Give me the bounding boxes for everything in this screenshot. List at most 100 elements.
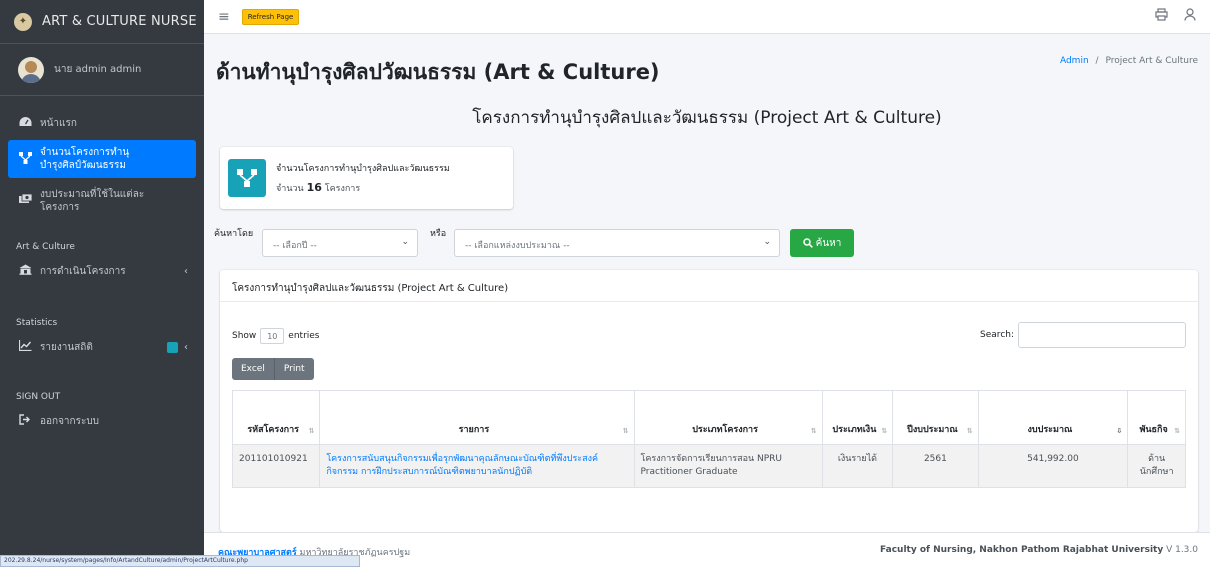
cell-money-type: เงินรายได้ (821, 444, 894, 488)
chevron-down-icon: ⌄ (763, 237, 771, 247)
chevron-left-icon: ‹ (184, 341, 188, 353)
sort-icon: ⇅ (881, 427, 888, 435)
search-input[interactable] (1018, 322, 1186, 348)
brand-title: ART & CULTURE NURSE (42, 14, 197, 29)
export-buttons: Excel Print (232, 358, 314, 380)
sidebar-item-label: จำนวนโครงการทำนุบำรุงศิลป์วัฒนธรรม (40, 147, 130, 171)
info-box-text: จำนวนโครงการทำนุบำรุงศิลปและวัฒนธรรม จำน… (276, 161, 450, 195)
project-count-info-box: จำนวนโครงการทำนุบำรุงศิลปและวัฒนธรรม จำน… (220, 147, 513, 209)
cell-budget: 541,992.00 (977, 444, 1129, 488)
search-label: Search: (980, 330, 1014, 340)
year-select-value: -- เลือกปี -- (273, 241, 317, 251)
card-header: โครงการทำนุบำรุงศิลปและวัฒนธรรม (Project… (220, 270, 1198, 302)
sidebar-item-home[interactable]: หน้าแรก (8, 110, 196, 136)
sidebar-item-label: ออกจากระบบ (40, 415, 100, 427)
sidebar-item-label: การดำเนินโครงการ (40, 265, 126, 277)
or-label: หรือ (430, 229, 447, 239)
sidebar-section-signout: SIGN OUT (16, 392, 61, 402)
dashboard-icon (16, 116, 34, 130)
budget-source-select[interactable]: -- เลือกแหล่งงบประมาณ -- ⌄ (454, 229, 780, 257)
table-header-row: รหัสโครงการ ⇅ รายการ ⇅ ประเภทโครงการ ⇅ ประเ… (231, 390, 1186, 445)
sidebar-item-projects[interactable]: จำนวนโครงการทำนุบำรุงศิลป์วัฒนธรรม (8, 140, 196, 178)
entries-per-page-select[interactable]: 10 (260, 328, 285, 344)
info-box-count-line: จำนวน 16 โครงการ (276, 181, 450, 195)
cell-year: 2561 (892, 444, 979, 488)
brand-logo-icon: ✦ (14, 12, 32, 31)
user-panel[interactable]: นาย admin admin (0, 44, 204, 96)
building-icon (16, 264, 34, 278)
sidebar-item-stats[interactable]: รายงานสถิติ ‹ (8, 334, 196, 360)
year-select[interactable]: -- เลือกปี -- ⌄ (262, 229, 418, 257)
projects-table: รหัสโครงการ ⇅ รายการ ⇅ ประเภทโครงการ ⇅ ประเ… (231, 390, 1186, 488)
show-label: Show (232, 331, 257, 341)
top-right-icons (1155, 8, 1196, 25)
projects-card: โครงการทำนุบำรุงศิลปและวัฒนธรรม (Project… (220, 270, 1198, 532)
breadcrumb-home-link[interactable]: Admin (1060, 56, 1089, 66)
project-link[interactable]: โครงการสนับสนุนกิจกรรมเพื่อรุกพัฒนาคุณลั… (326, 454, 598, 477)
print-icon[interactable] (1155, 8, 1168, 25)
column-header-name[interactable]: รายการ ⇅ (319, 390, 635, 445)
sort-icon: ⇅ (1174, 427, 1180, 435)
info-box-count-suffix: โครงการ (324, 184, 361, 194)
cell-name: โครงการสนับสนุนกิจกรรมเพื่อรุกพัฒนาคุณลั… (319, 444, 635, 488)
user-icon[interactable] (1184, 8, 1196, 25)
sidebar-section-stats: Statistics (16, 318, 58, 328)
column-header-budget[interactable]: งบประมาณ ⇩ (977, 390, 1129, 445)
chevron-left-icon: ‹ (184, 265, 188, 277)
column-header-year[interactable]: ปีงบประมาณ ⇅ (892, 390, 979, 445)
column-header-type[interactable]: ประเภทโครงการ ⇅ (633, 390, 823, 445)
sidebar-item-label: งบประมาณที่ใช้ในแต่ละโครงการ (40, 189, 145, 213)
sidebar-item-label: หน้าแรก (40, 117, 77, 129)
column-header-code[interactable]: รหัสโครงการ ⇅ (231, 390, 321, 445)
budget-source-select-value: -- เลือกแหล่งงบประมาณ -- (465, 241, 570, 251)
sort-icon: ⇅ (966, 427, 973, 435)
main-content: ด้านทำนุบำรุงศิลปวัฒนธรรม (Art & Culture… (204, 34, 1210, 532)
footer-right: Faculty of Nursing, Nakhon Pathom Rajabh… (880, 545, 1198, 555)
cell-type: โครงการจัดการเรียนการสอน NPRU Practition… (633, 444, 823, 488)
project-tree-icon (16, 151, 34, 167)
avatar (18, 56, 44, 83)
menu-toggle-icon[interactable]: ≡ (218, 9, 230, 25)
sidebar-item-label: รายงานสถิติ (40, 341, 93, 353)
show-entries: Show 10 entries (232, 328, 320, 344)
money-icon (16, 193, 34, 208)
logout-icon (16, 414, 34, 428)
sidebar-nav: หน้าแรก จำนวนโครงการทำนุบำรุงศิลป์วัฒนธร… (0, 96, 204, 434)
search-button-label: ค้นหา (815, 237, 842, 249)
chart-icon (16, 340, 34, 354)
excel-button[interactable]: Excel (232, 358, 275, 380)
cell-mission: ด้านนักศึกษา (1127, 444, 1186, 488)
search-by-label: ค้นหาโดย (214, 229, 254, 239)
info-box-count: 16 (306, 181, 322, 194)
footer-right-text: Faculty of Nursing, Nakhon Pathom Rajabh… (880, 545, 1164, 555)
page-subtitle: โครงการทำนุบำรุงศิลปและวัฒนธรรม (Project… (472, 108, 942, 128)
sort-icon: ⇅ (810, 427, 817, 435)
page-title: ด้านทำนุบำรุงศิลปวัฒนธรรม (Art & Culture… (216, 60, 660, 84)
browser-status-url: 202.29.8.24/nurse/system/pages/Info/Arta… (0, 555, 360, 567)
search-button[interactable]: ค้นหา (790, 229, 854, 257)
entries-per-page-value: 10 (267, 331, 278, 341)
breadcrumb-current: Project Art & Culture (1105, 56, 1198, 66)
print-button[interactable]: Print (274, 358, 314, 380)
sort-desc-icon: ⇩ (1116, 427, 1123, 435)
sidebar-item-budget[interactable]: งบประมาณที่ใช้ในแต่ละโครงการ (8, 182, 196, 220)
search-icon (802, 238, 813, 248)
sidebar-item-logout[interactable]: ออกจากระบบ (8, 408, 196, 434)
stats-badge (167, 341, 178, 353)
sidebar-section-art: Art & Culture (16, 242, 75, 252)
info-box-title: จำนวนโครงการทำนุบำรุงศิลปและวัฒนธรรม (276, 164, 450, 174)
chevron-down-icon: ⌄ (401, 237, 409, 247)
table-search: Search: (980, 322, 1186, 348)
sidebar-item-art-operations[interactable]: การดำเนินโครงการ ‹ (8, 258, 196, 284)
brand[interactable]: ✦ ART & CULTURE NURSE (0, 0, 204, 44)
filter-row: ค้นหาโดย -- เลือกปี -- ⌄ หรือ -- เลือกแห… (214, 226, 914, 266)
cell-code: 201101010921 (231, 444, 321, 488)
sidebar: ✦ ART & CULTURE NURSE นาย admin admin หน… (0, 0, 204, 567)
info-box-count-prefix: จำนวน (276, 184, 304, 194)
breadcrumb-separator: / (1095, 56, 1099, 66)
project-tree-icon (228, 159, 266, 197)
user-name: นาย admin admin (54, 64, 142, 75)
column-header-mission[interactable]: พันธกิจ ⇅ (1127, 390, 1186, 445)
column-header-money-type[interactable]: ประเภทเงิน ⇅ (821, 390, 894, 445)
refresh-page-button[interactable]: Refresh Page (241, 8, 300, 25)
